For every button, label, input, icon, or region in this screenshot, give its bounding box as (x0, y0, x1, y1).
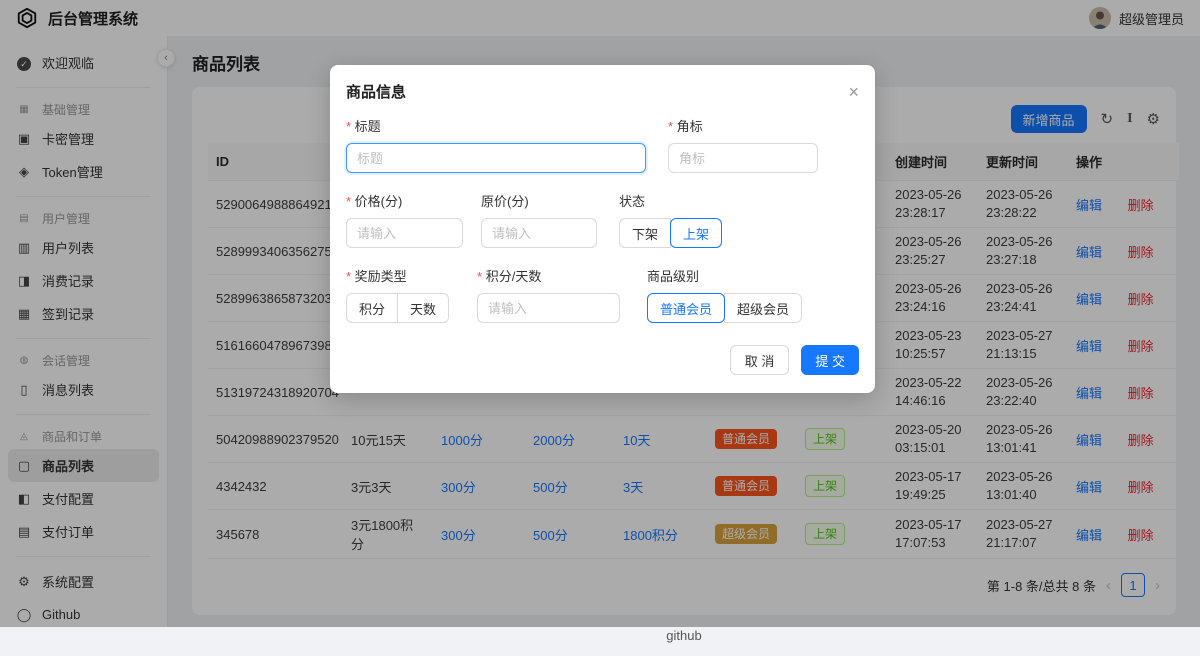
product-info-modal: 商品信息 × 标题 角标 价格(分) 原价(分) 状态 下架 上架 (330, 65, 875, 393)
price-input[interactable] (346, 218, 463, 248)
points-days-input[interactable] (477, 293, 620, 323)
field-title: 标题 (346, 116, 646, 173)
points-days-label: 积分/天数 (477, 266, 620, 285)
price-label: 价格(分) (346, 191, 463, 210)
badge-label: 角标 (668, 116, 818, 135)
reward-points-option[interactable]: 积分 (346, 293, 398, 323)
reward-type-label: 奖励类型 (346, 266, 449, 285)
reward-type-radio-group: 积分 天数 (346, 293, 449, 323)
level-radio-group: 普通会员 超级会员 (647, 293, 802, 323)
field-points-days: 积分/天数 (477, 266, 620, 323)
field-status: 状态 下架 上架 (619, 191, 722, 248)
field-original-price: 原价(分) (481, 191, 597, 248)
field-level: 商品级别 普通会员 超级会员 (647, 266, 802, 323)
cancel-button[interactable]: 取 消 (730, 345, 790, 375)
badge-input[interactable] (668, 143, 818, 173)
field-badge: 角标 (668, 116, 818, 173)
level-label: 商品级别 (647, 266, 802, 285)
title-input[interactable] (346, 143, 646, 173)
close-icon[interactable]: × (848, 83, 859, 101)
status-on-option[interactable]: 上架 (670, 218, 722, 248)
modal-title: 商品信息 (346, 81, 406, 102)
reward-days-option[interactable]: 天数 (397, 293, 449, 323)
original-price-label: 原价(分) (481, 191, 597, 210)
field-reward-type: 奖励类型 积分 天数 (346, 266, 449, 323)
original-price-input[interactable] (481, 218, 597, 248)
submit-button[interactable]: 提 交 (801, 345, 859, 375)
field-price: 价格(分) (346, 191, 463, 248)
status-radio-group: 下架 上架 (619, 218, 722, 248)
level-super-option[interactable]: 超级会员 (724, 293, 802, 323)
status-off-option[interactable]: 下架 (619, 218, 671, 248)
status-label: 状态 (619, 191, 722, 210)
level-normal-option[interactable]: 普通会员 (647, 293, 725, 323)
title-label: 标题 (346, 116, 646, 135)
